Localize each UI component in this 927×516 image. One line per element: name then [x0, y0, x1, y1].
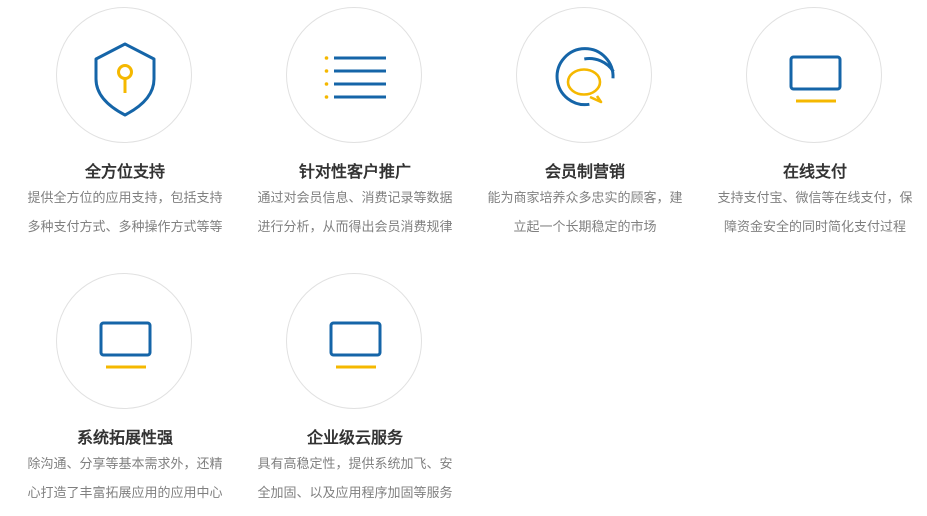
feature-icon-circle — [286, 7, 422, 143]
chat-bubble-icon — [555, 47, 615, 107]
feature-icon-circle — [56, 7, 192, 143]
feature-card-online-payment: 在线支付 支持支付宝、微信等在线支付，保 障资金安全的同时简化支付过程 — [700, 0, 927, 250]
feature-description-line: 提供全方位的应用支持，包括支持 — [27, 191, 223, 206]
feature-title: 全方位支持 — [84, 162, 165, 181]
feature-description: 具有高稳定性，提供系统加飞、安 全加固、以及应用程序加固等服务 — [240, 450, 470, 508]
feature-description-line: 具有高稳定性，提供系统加飞、安 — [257, 457, 453, 472]
feature-icon-circle — [516, 7, 652, 143]
feature-icon-circle — [746, 7, 882, 143]
feature-description-line: 立起一个长期稳定的市场 — [513, 220, 657, 235]
feature-description-line: 除沟通、分享等基本需求外，还精 — [27, 457, 223, 472]
feature-card-membership-marketing: 会员制营销 能为商家培养众多忠实的顾客，建 立起一个长期稳定的市场 — [470, 0, 700, 250]
feature-description: 提供全方位的应用支持，包括支持 多种支付方式、多种操作方式等等 — [10, 184, 240, 242]
feature-description-line: 支持支付宝、微信等在线支付，保 — [717, 191, 913, 206]
feature-description: 能为商家培养众多忠实的顾客，建 立起一个长期稳定的市场 — [470, 184, 700, 242]
monitor-icon — [789, 55, 842, 103]
feature-title: 在线支付 — [782, 162, 847, 181]
feature-icon-circle — [56, 273, 192, 409]
feature-card-targeted-promotion: 针对性客户推广 通过对会员信息、消费记录等数据 进行分析，从而得出会员消费规律 — [240, 0, 470, 250]
feature-description-line: 障资金安全的同时简化支付过程 — [723, 220, 906, 235]
feature-icon-circle — [286, 273, 422, 409]
monitor-icon — [99, 321, 152, 369]
feature-description-line: 通过对会员信息、消费记录等数据 — [257, 191, 453, 206]
feature-title: 针对性客户推广 — [298, 162, 411, 181]
feature-description-line: 进行分析，从而得出会员消费规律 — [257, 220, 453, 235]
feature-card-system-extensibility: 系统拓展性强 除沟通、分享等基本需求外，还精 心打造了丰富拓展应用的应用中心 — [10, 266, 240, 516]
feature-title: 会员制营销 — [544, 162, 625, 181]
feature-description-line: 多种支付方式、多种操作方式等等 — [27, 220, 223, 235]
feature-description-line: 心打造了丰富拓展应用的应用中心 — [27, 486, 223, 501]
shield-key-icon — [94, 42, 156, 117]
feature-description: 除沟通、分享等基本需求外，还精 心打造了丰富拓展应用的应用中心 — [10, 450, 240, 508]
feature-description-line: 能为商家培养众多忠实的顾客，建 — [487, 191, 683, 206]
feature-card-all-round-support: 全方位支持 提供全方位的应用支持，包括支持 多种支付方式、多种操作方式等等 — [10, 0, 240, 250]
feature-title: 系统拓展性强 — [76, 428, 173, 447]
feature-title: 企业级云服务 — [306, 428, 403, 447]
feature-description: 支持支付宝、微信等在线支付，保 障资金安全的同时简化支付过程 — [700, 184, 927, 242]
monitor-icon — [329, 321, 382, 369]
feature-description-line: 全加固、以及应用程序加固等服务 — [257, 486, 453, 501]
list-icon — [324, 56, 386, 99]
feature-card-enterprise-cloud-service: 企业级云服务 具有高稳定性，提供系统加飞、安 全加固、以及应用程序加固等服务 — [240, 266, 470, 516]
feature-description: 通过对会员信息、消费记录等数据 进行分析，从而得出会员消费规律 — [240, 184, 470, 242]
